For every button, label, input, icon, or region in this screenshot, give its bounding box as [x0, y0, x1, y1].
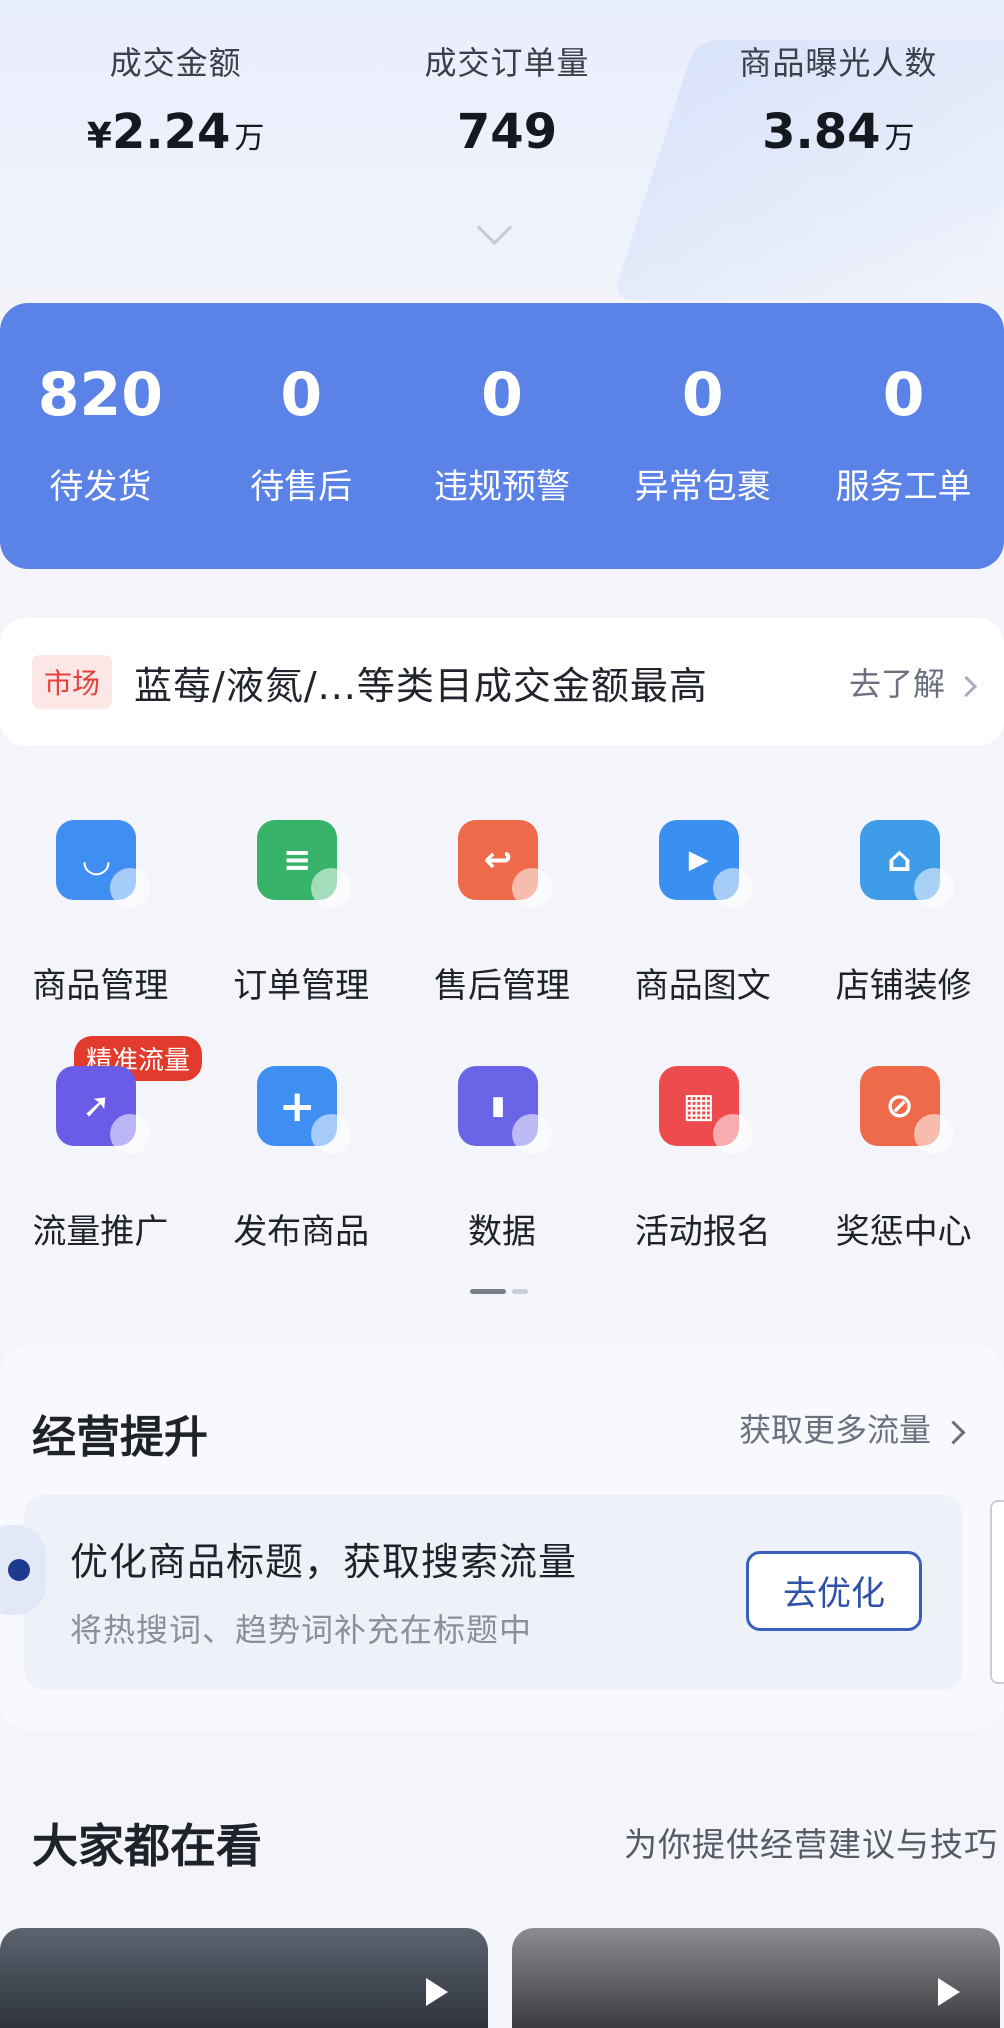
status-pending-aftersale[interactable]: 0 待售后 — [201, 365, 402, 508]
grid-item-order-management[interactable]: ≡ 订单管理 — [201, 820, 402, 1066]
grid-item-product-management[interactable]: ◡ 商品管理 — [0, 820, 201, 1066]
grid-item-label: 流量推广 — [32, 1212, 169, 1252]
return-icon: ↩ — [457, 820, 552, 908]
grid-item-label: 发布商品 — [233, 1212, 370, 1252]
chevron-right-icon — [955, 675, 978, 697]
stat-label: 成交订单量 — [424, 44, 590, 82]
market-tag: 市场 — [32, 655, 113, 709]
grid-item-label: 售后管理 — [433, 966, 570, 1006]
play-icon — [426, 1978, 448, 2006]
get-more-traffic-link[interactable]: 获取更多流量 — [738, 1405, 966, 1451]
next-card-peek[interactable] — [990, 1500, 1004, 1684]
status-service-ticket[interactable]: 0 服务工单 — [803, 365, 1004, 508]
stat-gmv[interactable]: 成交金额 ¥2.24 万 — [0, 38, 341, 168]
stat-value: 3.84 万 — [673, 104, 1004, 160]
task-title: 优化商品标题，获取搜索流量 — [70, 1540, 578, 1584]
grid-item-label: 奖惩中心 — [835, 1212, 972, 1252]
feature-grid: ◡ 商品管理 ≡ 订单管理 ↩ 售后管理 ▶ 商品图文 ⌂ 店铺装修 精准流量 … — [0, 820, 1004, 1312]
stat-label: 成交金额 — [109, 44, 242, 82]
status-count: 0 — [882, 359, 925, 430]
grid-item-label: 活动报名 — [634, 1212, 771, 1252]
grid-item-label: 商品图文 — [634, 966, 771, 1006]
grid-item-product-media[interactable]: ▶ 商品图文 — [602, 820, 803, 1066]
rocket-icon: ➚ — [56, 1066, 151, 1154]
bar-chart-icon: ▮ — [457, 1066, 552, 1154]
grid-item-label: 订单管理 — [233, 966, 370, 1006]
grid-item-label: 数据 — [467, 1212, 536, 1252]
link-label: 去了解 — [848, 665, 945, 703]
status-label: 待发货 — [49, 466, 152, 507]
grid-item-data[interactable]: ▮ 数据 — [402, 1066, 603, 1312]
market-learn-more-link[interactable]: 去了解 — [848, 659, 978, 705]
section-title: 大家都在看 — [32, 1819, 262, 1873]
order-list-icon: ≡ — [257, 820, 352, 908]
task-description: 将热搜词、趋势词补充在标题中 — [70, 1611, 533, 1649]
stat-value: ¥2.24 万 — [10, 104, 341, 160]
status-abnormal-package[interactable]: 0 异常包裹 — [602, 365, 803, 508]
page-dot-active — [470, 1289, 506, 1294]
stat-label: 商品曝光人数 — [739, 44, 938, 82]
grid-item-label: 商品管理 — [32, 966, 169, 1006]
grid-item-reward-penalty-center[interactable]: ⊘ 奖惩中心 — [803, 1066, 1004, 1312]
grid-item-publish-product[interactable]: + 发布商品 — [201, 1066, 402, 1312]
status-label: 服务工单 — [835, 466, 972, 507]
shopping-bag-icon: ◡ — [56, 820, 151, 908]
grid-item-aftersale-management[interactable]: ↩ 售后管理 — [402, 820, 603, 1066]
market-text: 蓝莓/液氮/...等类目成交金额最高 — [134, 663, 708, 708]
play-icon — [938, 1978, 960, 2006]
plus-icon: + — [257, 1066, 352, 1154]
stat-exposure[interactable]: 商品曝光人数 3.84 万 — [673, 38, 1004, 168]
summary-stats: 成交金额 ¥2.24 万 成交订单量 749 商品曝光人数 3.84 万 — [0, 38, 1004, 168]
forbidden-icon: ⊘ — [859, 1066, 954, 1154]
market-insight-banner[interactable]: 市场 蓝莓/液氮/...等类目成交金额最高 去了解 — [0, 618, 1004, 746]
link-label: 获取更多流量 — [738, 1411, 931, 1449]
storefront-icon: ⌂ — [859, 820, 954, 908]
grid-row: 精准流量 ➚ 流量推广 + 发布商品 ▮ 数据 ▦ 活动报名 ⊘ 奖惩中心 — [0, 1036, 1004, 1312]
page-dot — [512, 1289, 528, 1294]
chevron-right-icon — [941, 1419, 966, 1445]
stat-orders[interactable]: 成交订单量 749 — [341, 38, 672, 168]
grid-item-activity-signup[interactable]: ▦ 活动报名 — [602, 1066, 803, 1312]
status-count: 0 — [681, 359, 724, 430]
status-count: 0 — [280, 359, 323, 430]
stat-unit: 万 — [234, 121, 265, 156]
status-pending-shipment[interactable]: 820 待发货 — [0, 365, 201, 508]
status-label: 待售后 — [250, 466, 353, 507]
status-label: 异常包裹 — [634, 466, 771, 507]
stat-value: 749 — [341, 104, 672, 160]
calendar-icon: ▦ — [658, 1066, 753, 1154]
status-count: 0 — [481, 359, 523, 430]
business-improvement-section: 经营提升 获取更多流量 优化商品标题，获取搜索流量 将热搜词、趋势词补充在标题中… — [0, 1345, 1004, 1730]
assistant-robot-icon[interactable] — [0, 1525, 46, 1615]
stat-number: 3.84 — [762, 104, 881, 160]
video-play-icon: ▶ — [658, 820, 753, 908]
order-status-card: 820 待发货 0 待售后 0 违规预警 0 异常包裹 0 服务工单 — [0, 303, 1004, 569]
currency-symbol: ¥ — [86, 116, 112, 157]
page-indicator — [470, 1289, 534, 1308]
grid-item-traffic-promotion[interactable]: 精准流量 ➚ 流量推广 — [0, 1036, 203, 1312]
grid-item-store-decoration[interactable]: ⌂ 店铺装修 — [803, 820, 1004, 1066]
grid-item-label: 店铺装修 — [835, 966, 972, 1006]
section-title: 经营提升 — [32, 1412, 208, 1463]
task-card[interactable]: 优化商品标题，获取搜索流量 将热搜词、趋势词补充在标题中 去优化 — [24, 1495, 962, 1690]
stat-number: 2.24 — [111, 104, 231, 160]
status-label: 违规预警 — [433, 466, 570, 507]
optimize-button[interactable]: 去优化 — [746, 1551, 922, 1631]
grid-row: ◡ 商品管理 ≡ 订单管理 ↩ 售后管理 ▶ 商品图文 ⌂ 店铺装修 — [0, 820, 1004, 1066]
video-thumbnail[interactable] — [512, 1928, 1000, 2028]
video-thumbnail[interactable] — [0, 1928, 488, 2028]
section-subtitle: 为你提供经营建议与技巧 — [624, 1825, 998, 1864]
stat-unit: 万 — [884, 121, 915, 156]
robot-eye — [8, 1559, 30, 1581]
stat-number: 749 — [456, 104, 558, 160]
status-count: 820 — [37, 359, 164, 430]
status-violation-warning[interactable]: 0 违规预警 — [402, 365, 603, 508]
